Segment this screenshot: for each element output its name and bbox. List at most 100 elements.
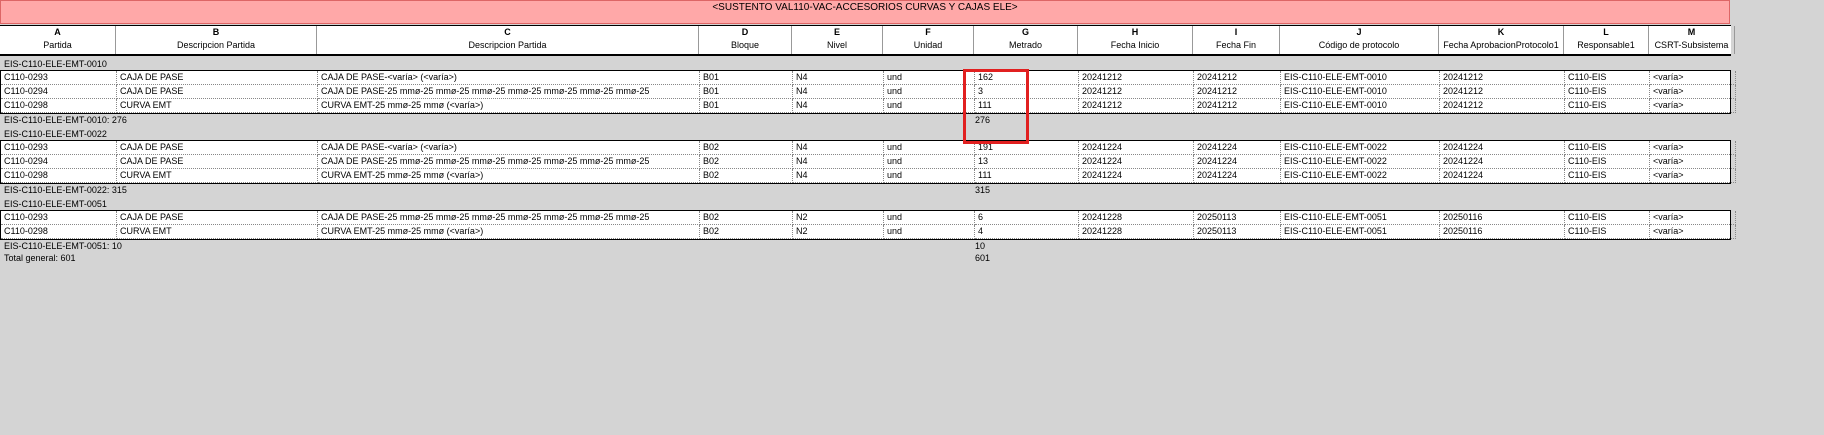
- column-letter-h[interactable]: H: [1078, 26, 1193, 39]
- table-row[interactable]: C110-0294 CAJA DE PASE CAJA DE PASE-25 mmø…: [1, 85, 1736, 99]
- table-cell[interactable]: B02: [700, 225, 793, 239]
- table-cell[interactable]: 20241212: [1440, 71, 1565, 85]
- table-cell[interactable]: B01: [700, 99, 793, 113]
- table-cell[interactable]: EIS-C110-ELE-EMT-0022: [1281, 169, 1440, 183]
- table-cell[interactable]: B01: [700, 85, 793, 99]
- table-cell[interactable]: C110-EIS: [1565, 169, 1650, 183]
- column-letter-j[interactable]: J: [1280, 26, 1439, 39]
- table-cell[interactable]: CAJA DE PASE: [117, 71, 318, 85]
- table-cell[interactable]: 20241224: [1079, 141, 1194, 155]
- table-cell[interactable]: EIS-C110-ELE-EMT-0010: [1281, 71, 1440, 85]
- column-letter-g[interactable]: G: [974, 26, 1078, 39]
- table-cell[interactable]: 20241224: [1079, 169, 1194, 183]
- table-cell[interactable]: CURVA EMT-25 mmø-25 mmø (<varía>): [318, 99, 700, 113]
- table-cell[interactable]: C110-0298: [1, 169, 117, 183]
- table-cell[interactable]: und: [884, 141, 975, 155]
- table-row[interactable]: C110-0293 CAJA DE PASE CAJA DE PASE-<varía…: [1, 141, 1736, 155]
- table-cell[interactable]: N4: [793, 99, 884, 113]
- table-cell[interactable]: 20241224: [1194, 155, 1281, 169]
- column-header[interactable]: Descripcion Partida: [317, 39, 699, 54]
- table-cell[interactable]: CAJA DE PASE: [117, 141, 318, 155]
- table-cell[interactable]: 20250116: [1440, 225, 1565, 239]
- table-cell[interactable]: EIS-C110-ELE-EMT-0051: [1281, 211, 1440, 225]
- table-cell[interactable]: CAJA DE PASE-<varía> (<varía>): [318, 71, 700, 85]
- table-cell[interactable]: C110-0298: [1, 99, 117, 113]
- table-cell[interactable]: C110-EIS: [1565, 225, 1650, 239]
- table-cell[interactable]: 20250113: [1194, 225, 1281, 239]
- table-cell[interactable]: 20250113: [1194, 211, 1281, 225]
- table-cell[interactable]: CURVA EMT-25 mmø-25 mmø (<varía>): [318, 169, 700, 183]
- table-cell[interactable]: C110-EIS: [1565, 99, 1650, 113]
- table-cell[interactable]: und: [884, 211, 975, 225]
- column-header[interactable]: Fecha AprobacionProtocolo1: [1439, 39, 1564, 54]
- table-cell[interactable]: 20241212: [1194, 99, 1281, 113]
- table-cell[interactable]: EIS-C110-ELE-EMT-0051: [1281, 225, 1440, 239]
- table-cell[interactable]: 20241212: [1079, 85, 1194, 99]
- table-cell[interactable]: <varía>: [1650, 99, 1736, 113]
- table-cell[interactable]: 20241212: [1440, 99, 1565, 113]
- column-letter-a[interactable]: A: [0, 26, 116, 39]
- table-cell[interactable]: C110-EIS: [1565, 155, 1650, 169]
- table-cell[interactable]: B02: [700, 169, 793, 183]
- table-cell[interactable]: C110-0293: [1, 71, 117, 85]
- table-cell[interactable]: EIS-C110-ELE-EMT-0010: [1281, 99, 1440, 113]
- column-letter-b[interactable]: B: [116, 26, 317, 39]
- table-cell[interactable]: 20241212: [1194, 85, 1281, 99]
- table-row[interactable]: C110-0298 CURVA EMT CURVA EMT-25 mmø-25 mm…: [1, 169, 1736, 183]
- column-letter-f[interactable]: F: [883, 26, 974, 39]
- table-cell[interactable]: EIS-C110-ELE-EMT-0022: [1281, 141, 1440, 155]
- column-header[interactable]: Unidad: [883, 39, 974, 54]
- table-cell[interactable]: CURVA EMT: [117, 169, 318, 183]
- column-letter-c[interactable]: C: [317, 26, 699, 39]
- table-cell[interactable]: EIS-C110-ELE-EMT-0022: [1281, 155, 1440, 169]
- table-cell[interactable]: 20250116: [1440, 211, 1565, 225]
- column-letter-d[interactable]: D: [699, 26, 792, 39]
- table-cell[interactable]: 20241224: [1079, 155, 1194, 169]
- table-cell[interactable]: und: [884, 225, 975, 239]
- table-cell[interactable]: <varía>: [1650, 141, 1736, 155]
- column-header[interactable]: Código de protocolo: [1280, 39, 1439, 54]
- table-cell[interactable]: <varía>: [1650, 71, 1736, 85]
- table-cell[interactable]: N4: [793, 71, 884, 85]
- table-cell[interactable]: CURVA EMT: [117, 99, 318, 113]
- table-cell[interactable]: 20241212: [1079, 99, 1194, 113]
- table-cell[interactable]: CAJA DE PASE-25 mmø-25 mmø-25 mmø-25 mmø…: [318, 85, 700, 99]
- table-cell[interactable]: B02: [700, 211, 793, 225]
- table-cell[interactable]: 20241224: [1194, 141, 1281, 155]
- table-cell[interactable]: 20241224: [1194, 169, 1281, 183]
- column-header[interactable]: Fecha Inicio: [1078, 39, 1193, 54]
- table-cell[interactable]: <varía>: [1650, 85, 1736, 99]
- column-header[interactable]: Nivel: [792, 39, 883, 54]
- table-cell[interactable]: 20241224: [1440, 155, 1565, 169]
- table-cell[interactable]: C110-0298: [1, 225, 117, 239]
- table-cell[interactable]: 13: [975, 155, 1079, 169]
- table-cell[interactable]: CAJA DE PASE: [117, 85, 318, 99]
- table-cell[interactable]: 20241212: [1079, 71, 1194, 85]
- table-cell[interactable]: CURVA EMT-25 mmø-25 mmø (<varía>): [318, 225, 700, 239]
- table-cell[interactable]: 6: [975, 211, 1079, 225]
- column-letter-i[interactable]: I: [1193, 26, 1280, 39]
- table-cell[interactable]: N4: [793, 169, 884, 183]
- table-cell[interactable]: N4: [793, 141, 884, 155]
- table-row[interactable]: C110-0293 CAJA DE PASE CAJA DE PASE-<varía…: [1, 71, 1736, 85]
- table-cell[interactable]: B01: [700, 71, 793, 85]
- table-cell[interactable]: C110-0293: [1, 211, 117, 225]
- table-cell[interactable]: <varía>: [1650, 155, 1736, 169]
- column-header[interactable]: Responsable1: [1564, 39, 1649, 54]
- table-cell[interactable]: 20241228: [1079, 211, 1194, 225]
- table-cell[interactable]: C110-EIS: [1565, 141, 1650, 155]
- table-cell[interactable]: C110-EIS: [1565, 85, 1650, 99]
- table-cell[interactable]: C110-0294: [1, 155, 117, 169]
- table-cell[interactable]: 20241224: [1440, 169, 1565, 183]
- column-header[interactable]: Descripcion Partida: [116, 39, 317, 54]
- table-cell[interactable]: N4: [793, 155, 884, 169]
- table-row[interactable]: C110-0298 CURVA EMT CURVA EMT-25 mmø-25 mm…: [1, 99, 1736, 113]
- table-cell[interactable]: 20241212: [1194, 71, 1281, 85]
- table-cell[interactable]: und: [884, 169, 975, 183]
- table-cell[interactable]: N2: [793, 225, 884, 239]
- table-cell[interactable]: C110-EIS: [1565, 71, 1650, 85]
- table-cell[interactable]: und: [884, 71, 975, 85]
- table-cell[interactable]: 111: [975, 169, 1079, 183]
- table-cell[interactable]: CAJA DE PASE-25 mmø-25 mmø-25 mmø-25 mmø…: [318, 211, 700, 225]
- table-cell[interactable]: 4: [975, 225, 1079, 239]
